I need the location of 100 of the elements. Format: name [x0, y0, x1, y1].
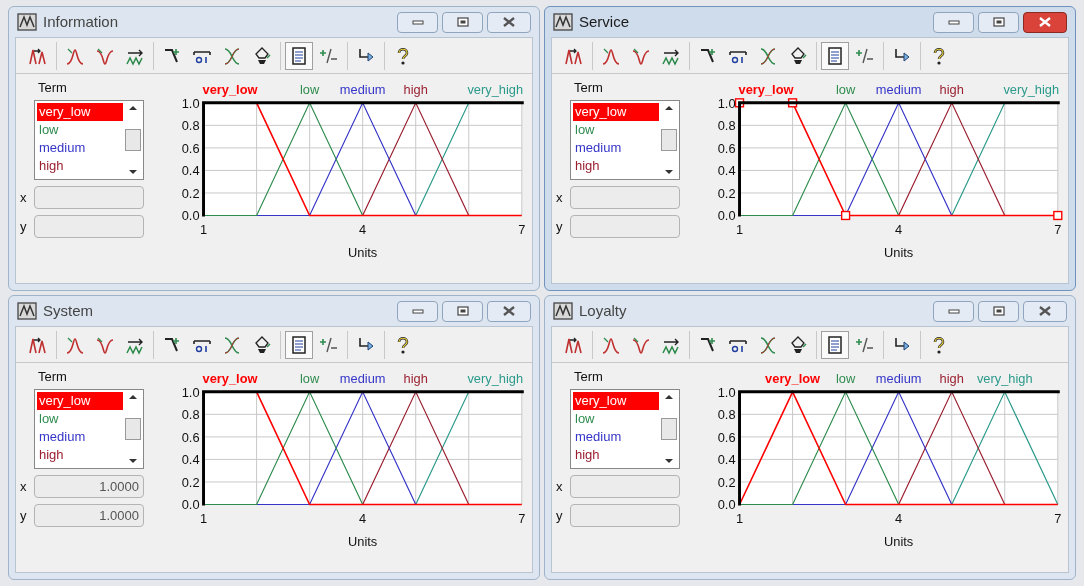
term-legend-label: low — [836, 81, 856, 97]
field-label: y — [20, 217, 28, 236]
restore-button[interactable] — [442, 11, 483, 33]
list-view-icon — [825, 45, 845, 66]
value-field[interactable] — [570, 475, 680, 498]
app-icon — [17, 13, 37, 31]
scroll-down-icon[interactable] — [664, 458, 674, 464]
field-label: y — [556, 217, 564, 236]
scroll-down-icon[interactable] — [664, 169, 674, 175]
term-item[interactable]: low — [573, 410, 659, 428]
point-handle[interactable] — [735, 98, 745, 108]
crossing-curves-icon — [222, 334, 242, 355]
scroll-down-icon[interactable] — [128, 458, 138, 464]
toolbar-button[interactable] — [285, 330, 313, 359]
term-item[interactable]: high — [573, 446, 659, 464]
close-button[interactable] — [1023, 11, 1067, 33]
term-legend-label: high — [403, 81, 429, 97]
scrollbar-thumb[interactable] — [125, 418, 141, 440]
list-view-icon — [825, 334, 845, 355]
app-icon — [553, 302, 573, 320]
term-legend-label: low — [300, 81, 320, 97]
term-item[interactable]: very_low — [37, 103, 123, 121]
point-handle[interactable] — [788, 98, 798, 108]
restore-button[interactable] — [442, 300, 483, 322]
y-tick-label: 0.2 — [182, 474, 200, 490]
restore-button[interactable] — [978, 300, 1019, 322]
minimize-icon — [411, 18, 424, 26]
scroll-down-icon[interactable] — [128, 169, 138, 175]
term-item[interactable]: high — [573, 157, 659, 175]
close-icon — [502, 16, 516, 28]
term-item[interactable]: low — [573, 121, 659, 139]
term-legend-label: low — [836, 370, 856, 386]
toolbar-button[interactable] — [821, 330, 849, 359]
term-label: Term — [574, 368, 604, 385]
point-handle[interactable] — [841, 210, 851, 221]
x-tick-label: 4 — [359, 511, 367, 527]
x-tick-label: 4 — [895, 511, 903, 527]
minimize-icon — [947, 18, 960, 26]
y-tick-label: 0.0 — [718, 497, 736, 513]
value-field[interactable] — [570, 215, 680, 238]
y-tick-label: 0.4 — [182, 452, 200, 468]
term-legend-label: very_low — [202, 370, 258, 386]
field-label: y — [556, 506, 564, 525]
scroll-up-icon[interactable] — [128, 394, 138, 400]
scroll-up-icon[interactable] — [664, 105, 674, 111]
restore-icon — [992, 306, 1005, 316]
value-field[interactable] — [34, 186, 144, 209]
restore-button[interactable] — [978, 11, 1019, 33]
term-legend-label: very_high — [1003, 81, 1060, 97]
y-tick-label: 0.2 — [718, 185, 736, 201]
x-tick-label: 1 — [736, 511, 744, 527]
y-tick-label: 0.4 — [718, 163, 736, 179]
term-legend-label: high — [403, 370, 429, 386]
value-field[interactable] — [34, 215, 144, 238]
term-label: Term — [38, 368, 68, 385]
close-button[interactable] — [487, 300, 531, 322]
field-label: x — [556, 188, 564, 207]
list-view-icon — [289, 45, 309, 66]
term-legend-label: medium — [876, 370, 922, 386]
field-label: x — [20, 188, 28, 207]
term-item[interactable]: very_low — [573, 103, 659, 121]
window-title: Information — [43, 11, 119, 32]
term-item[interactable]: very_low — [37, 392, 123, 410]
list-view-icon — [289, 334, 309, 355]
value-field[interactable]: 1.0000 — [34, 475, 144, 498]
value-field[interactable] — [570, 186, 680, 209]
close-icon — [1038, 16, 1052, 28]
term-item[interactable]: high — [37, 446, 123, 464]
scroll-up-icon[interactable] — [664, 394, 674, 400]
x-tick-label: 4 — [359, 222, 367, 238]
close-icon — [1038, 305, 1052, 317]
term-item[interactable]: medium — [573, 139, 659, 157]
y-tick-label: 1.0 — [182, 95, 200, 111]
point-handle[interactable] — [1053, 210, 1063, 221]
term-item[interactable]: very_low — [573, 392, 659, 410]
close-button[interactable] — [487, 11, 531, 33]
value-field[interactable] — [570, 504, 680, 527]
scrollbar-thumb[interactable] — [661, 129, 677, 151]
close-button[interactable] — [1023, 300, 1067, 322]
term-item[interactable]: low — [37, 410, 123, 428]
scrollbar-thumb[interactable] — [125, 129, 141, 151]
term-item[interactable]: medium — [573, 428, 659, 446]
x-tick-label: 7 — [518, 511, 526, 527]
scrollbar-thumb[interactable] — [661, 418, 677, 440]
term-item[interactable]: medium — [37, 428, 123, 446]
toolbar-button[interactable] — [285, 41, 313, 70]
y-tick-label: 0.6 — [718, 140, 736, 156]
term-item[interactable]: medium — [37, 139, 123, 157]
term-item[interactable]: high — [37, 157, 123, 175]
value-field[interactable]: 1.0000 — [34, 504, 144, 527]
y-tick-label: 0.0 — [718, 208, 736, 224]
term-item[interactable]: low — [37, 121, 123, 139]
scroll-up-icon[interactable] — [128, 105, 138, 111]
crossing-curves-icon — [758, 334, 778, 355]
field-label: x — [20, 477, 28, 496]
y-tick-label: 0.0 — [182, 208, 200, 224]
toolbar-button[interactable] — [821, 41, 849, 70]
x-tick-label: 1 — [736, 222, 744, 238]
term-legend-label: very_low — [202, 81, 258, 97]
crossing-curves-icon — [222, 45, 242, 66]
